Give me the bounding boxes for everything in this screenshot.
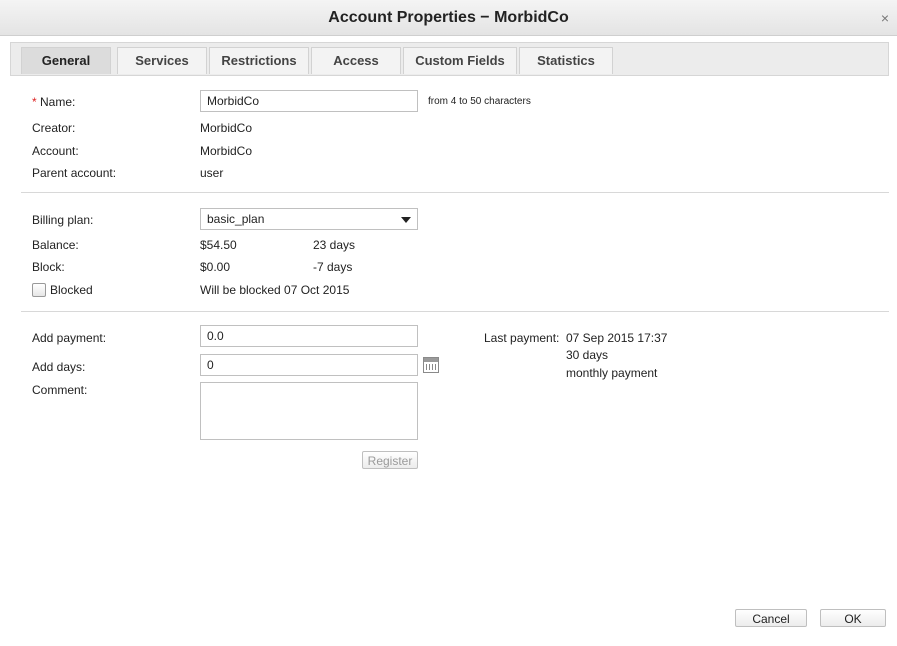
blocked-note: Will be blocked 07 Oct 2015 <box>200 283 350 297</box>
blocked-checkbox[interactable] <box>32 283 46 297</box>
creator-label: Creator: <box>32 121 76 135</box>
tab-access[interactable]: Access <box>311 47 401 74</box>
comment-label: Comment: <box>32 383 88 397</box>
chevron-down-icon <box>401 217 411 223</box>
add-payment-input[interactable]: 0.0 <box>200 325 418 347</box>
required-mark: * <box>32 95 37 109</box>
add-days-label: Add days: <box>32 360 86 374</box>
section-divider <box>21 311 889 312</box>
tab-services[interactable]: Services <box>117 47 207 74</box>
dialog-title: Account Properties − MorbidCo <box>328 9 569 26</box>
block-value: $0.00 <box>200 260 231 274</box>
creator-value: MorbidCo <box>200 121 253 135</box>
tab-statistics[interactable]: Statistics <box>519 47 613 74</box>
account-label: Account: <box>32 144 79 158</box>
parent-account-value: user <box>200 166 224 180</box>
name-label-text: Name: <box>40 95 76 109</box>
balance-value: $54.50 <box>200 238 237 252</box>
last-payment-label: Last payment: <box>484 331 560 345</box>
balance-label: Balance: <box>32 238 79 252</box>
name-hint: from 4 to 50 characters <box>428 96 531 107</box>
name-input[interactable]: MorbidCo <box>200 90 418 112</box>
billing-plan-value: basic_plan <box>207 212 265 226</box>
name-label: * Name: <box>32 95 75 109</box>
add-payment-label: Add payment: <box>32 331 107 345</box>
block-days: -7 days <box>313 260 353 274</box>
close-icon[interactable]: × <box>881 10 889 26</box>
tab-general[interactable]: General <box>21 47 111 74</box>
last-payment-type: monthly payment <box>566 366 658 380</box>
dialog-titlebar: Account Properties − MorbidCo × <box>0 0 897 36</box>
parent-account-label: Parent account: <box>32 166 117 180</box>
tab-restrictions[interactable]: Restrictions <box>209 47 309 74</box>
balance-days: 23 days <box>313 238 356 252</box>
ok-button[interactable]: OK <box>820 609 886 627</box>
billing-plan-label: Billing plan: <box>32 213 94 227</box>
last-payment-date: 07 Sep 2015 17:37 <box>566 331 668 345</box>
section-divider <box>21 192 889 193</box>
tab-custom-fields[interactable]: Custom Fields <box>403 47 517 74</box>
blocked-label: Blocked <box>50 283 93 297</box>
last-payment-days: 30 days <box>566 348 609 362</box>
account-value: MorbidCo <box>200 144 253 158</box>
tab-bar: General Services Restrictions Access Cus… <box>10 42 889 76</box>
register-button[interactable]: Register <box>362 451 418 469</box>
comment-textarea[interactable] <box>200 382 418 440</box>
calendar-icon[interactable] <box>423 357 439 373</box>
billing-plan-select[interactable]: basic_plan <box>200 208 418 230</box>
add-days-input[interactable]: 0 <box>200 354 418 376</box>
block-label: Block: <box>32 260 65 274</box>
cancel-button[interactable]: Cancel <box>735 609 807 627</box>
